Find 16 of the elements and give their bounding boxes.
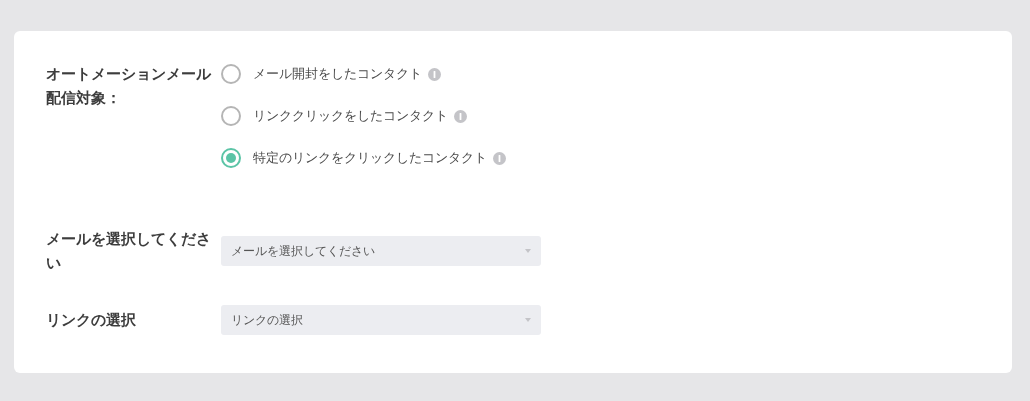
field-label: メールを選択してください <box>46 229 211 273</box>
info-icon[interactable] <box>454 109 467 123</box>
info-icon[interactable] <box>428 67 441 81</box>
select-field[interactable]: リンクの選択 <box>221 305 541 335</box>
option-label: 特定のリンクをクリックしたコンタクト <box>253 149 487 168</box>
select-field[interactable]: メールを選択してください <box>221 236 541 266</box>
radio-button[interactable] <box>221 64 241 84</box>
radio-button[interactable] <box>221 148 241 168</box>
field-label: リンクの選択 <box>46 310 137 330</box>
info-icon[interactable] <box>493 151 506 165</box>
caret-icon <box>525 318 531 322</box>
option-label: リンククリックをしたコンタクト <box>253 107 448 126</box>
option-label: メール開封をしたコンタクト <box>253 65 422 84</box>
caret-icon <box>525 249 531 253</box>
field-label: オートメーションメール配信対象： <box>46 64 211 108</box>
radio-button[interactable] <box>221 106 241 126</box>
